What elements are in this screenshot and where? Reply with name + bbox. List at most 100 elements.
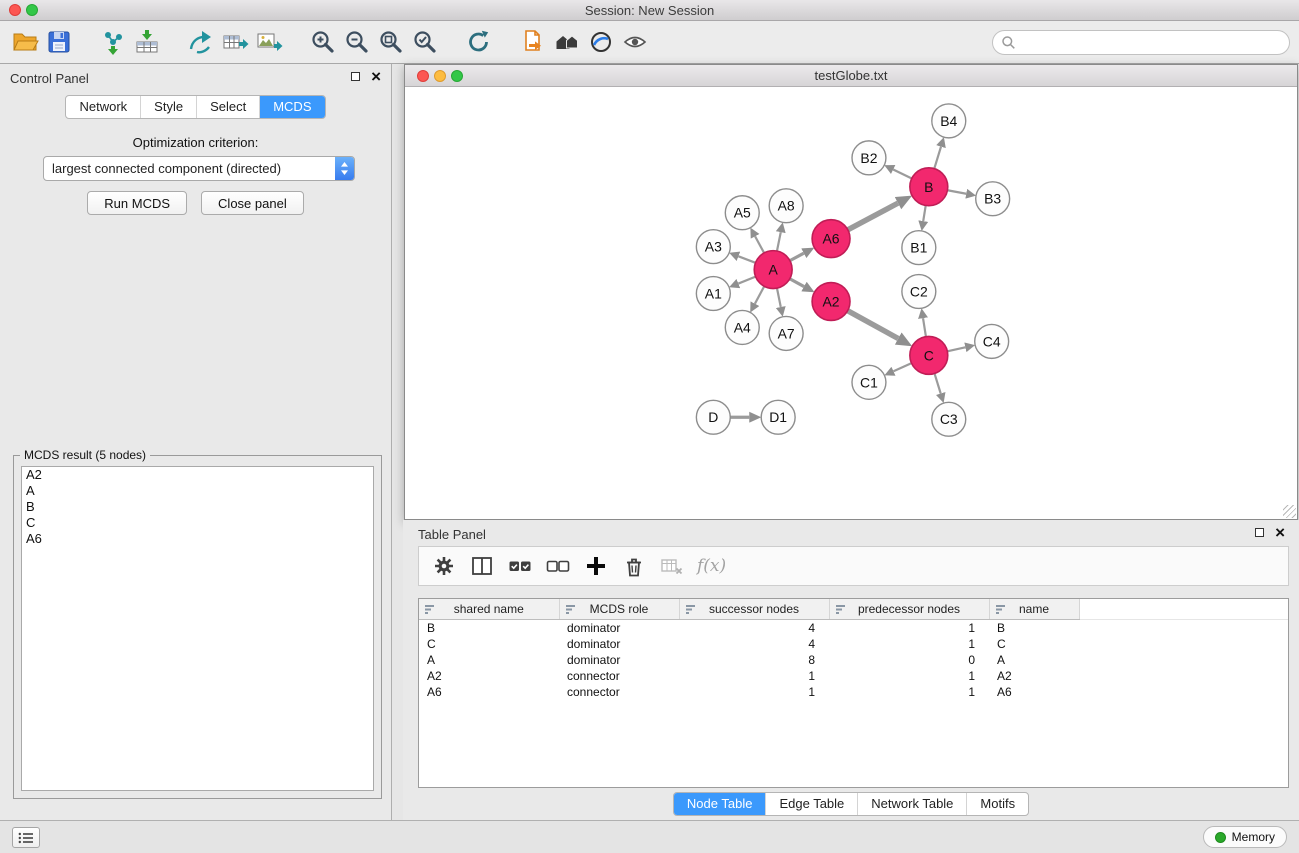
tab-select[interactable]: Select [196,96,259,118]
result-item[interactable]: A2 [22,467,373,483]
table-cell[interactable]: A6 [989,684,1079,700]
close-panel-icon[interactable]: × [371,71,381,82]
table-cell[interactable]: 8 [679,652,829,668]
table-cell[interactable]: B [989,619,1079,636]
tab-network[interactable]: Network [66,96,140,118]
close-window-button[interactable] [9,4,21,16]
select-all-button[interactable] [503,549,537,583]
table-cell[interactable]: 4 [679,636,829,652]
table-cell[interactable]: 1 [679,684,829,700]
node-table-container[interactable]: shared name MCDS role successor nodes pr… [418,598,1289,788]
graph-edge-A-A8[interactable] [777,232,781,251]
graph-node-D1[interactable]: D1 [761,400,795,434]
table-cell[interactable]: 1 [829,684,989,700]
graph-node-C1[interactable]: C1 [852,365,886,399]
table-cell[interactable]: A2 [989,668,1079,684]
delete-table-button[interactable] [655,549,689,583]
column-layout-button[interactable] [465,549,499,583]
import-network-button[interactable] [96,25,130,59]
graph-node-A4[interactable]: A4 [725,310,759,344]
table-cell[interactable]: 1 [829,619,989,636]
graph-edge-A-A6[interactable] [790,253,804,260]
table-cell[interactable]: A [989,652,1079,668]
table-cell[interactable]: dominator [559,619,679,636]
table-row[interactable]: Adominator80A [419,652,1288,668]
graph-edge-A-A3[interactable] [738,256,755,262]
network-window-titlebar[interactable]: testGlobe.txt [405,65,1297,87]
graph-node-B1[interactable]: B1 [902,231,936,265]
table-row[interactable]: A6connector11A6 [419,684,1288,700]
graph-edge-A-A4[interactable] [755,286,764,303]
table-cell[interactable]: C [419,636,559,652]
graph-node-B[interactable]: B [910,168,948,206]
graph-edge-A2-C[interactable] [848,311,899,339]
open-manual-button[interactable] [516,25,550,59]
graph-node-D[interactable]: D [696,400,730,434]
import-table-button[interactable] [130,25,164,59]
maximize-view-button[interactable] [451,70,463,82]
graph-edge-B-B1[interactable] [923,205,925,221]
table-cell[interactable]: 1 [679,668,829,684]
close-view-button[interactable] [417,70,429,82]
graph-node-C2[interactable]: C2 [902,275,936,309]
panel-toggle-button[interactable] [12,827,40,848]
network-canvas[interactable]: B4B2BB3A5A8A6B1A3AC2A1A2A4A7C4CC1C3DD1 [405,88,1297,519]
add-column-button[interactable] [579,549,613,583]
search-field[interactable] [992,30,1290,55]
unselect-all-button[interactable] [541,549,575,583]
open-session-button[interactable] [8,25,42,59]
table-cell[interactable]: 1 [829,636,989,652]
result-item[interactable]: A [22,483,373,499]
graph-node-B3[interactable]: B3 [976,182,1010,216]
graph-node-A6[interactable]: A6 [812,220,850,258]
graph-edge-A-A7[interactable] [777,288,781,307]
close-table-panel-icon[interactable]: × [1275,527,1285,538]
graph-node-B2[interactable]: B2 [852,141,886,175]
graphics-details-button[interactable] [618,25,652,59]
optimization-criterion-select[interactable]: largest connected component (directed) [43,156,355,181]
graph-node-A1[interactable]: A1 [696,277,730,311]
function-builder-button[interactable]: f(x) [693,556,726,576]
tab-mcds[interactable]: MCDS [259,96,324,118]
run-mcds-button[interactable]: Run MCDS [87,191,187,215]
float-panel-icon[interactable] [351,72,360,81]
graph-edge-A-A5[interactable] [755,236,764,253]
zoom-fit-button[interactable] [374,25,408,59]
table-cell[interactable]: dominator [559,652,679,668]
graph-edge-C-C3[interactable] [935,373,941,393]
graph-node-A8[interactable]: A8 [769,189,803,223]
export-network-button[interactable] [184,25,218,59]
result-item[interactable]: A6 [22,531,373,547]
column-header-predecessor-nodes[interactable]: predecessor nodes [829,599,989,619]
table-cell[interactable]: C [989,636,1079,652]
graph-node-A2[interactable]: A2 [812,283,850,321]
graph-node-C3[interactable]: C3 [932,402,966,436]
export-table-button[interactable] [218,25,252,59]
table-cell[interactable]: 4 [679,619,829,636]
mcds-result-list[interactable]: A2ABCA6 [21,466,374,791]
graph-edge-B-B4[interactable] [934,147,941,169]
graph-edge-C-C2[interactable] [923,318,926,336]
column-header-shared-name[interactable]: shared name [419,599,559,619]
graph-node-A5[interactable]: A5 [725,196,759,230]
zoom-in-button[interactable] [306,25,340,59]
graph-node-A3[interactable]: A3 [696,230,730,264]
table-settings-button[interactable] [427,549,461,583]
zoom-window-button[interactable] [26,4,38,16]
graph-node-C4[interactable]: C4 [975,324,1009,358]
search-input[interactable] [1020,32,1289,52]
column-header-successor-nodes[interactable]: successor nodes [679,599,829,619]
graph-node-A7[interactable]: A7 [769,316,803,350]
graph-edge-A6-B[interactable] [848,203,898,230]
tab-edge-table[interactable]: Edge Table [765,793,857,815]
column-header-name[interactable]: name [989,599,1079,619]
window-resize-handle[interactable] [1283,505,1296,518]
column-header-mcds-role[interactable]: MCDS role [559,599,679,619]
table-cell[interactable]: connector [559,668,679,684]
result-item[interactable]: B [22,499,373,515]
table-cell[interactable]: 1 [829,668,989,684]
tab-network-table[interactable]: Network Table [857,793,966,815]
graph-edge-A-A1[interactable] [738,277,755,284]
minimize-view-button[interactable] [434,70,446,82]
graph-node-A[interactable]: A [754,251,792,289]
